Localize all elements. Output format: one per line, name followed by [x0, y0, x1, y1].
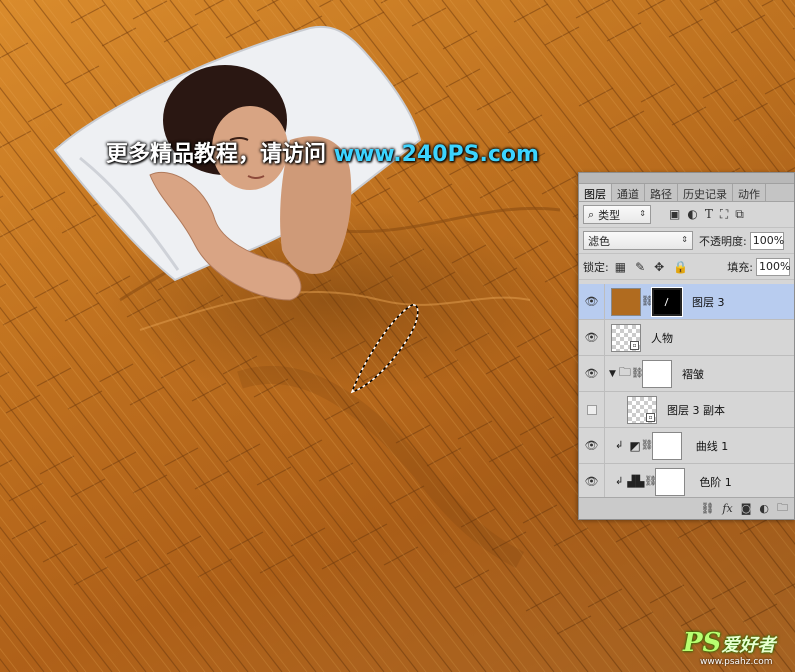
layer-thumbnail — [611, 287, 641, 316]
logo-cn: 爱好者 — [721, 635, 776, 656]
blend-mode-select[interactable]: 滤色 ⇕ — [583, 231, 693, 250]
mask-thumbnail[interactable] — [641, 359, 672, 388]
mask-stroke — [664, 297, 669, 306]
image-filter-icon[interactable]: ▣ — [669, 207, 680, 222]
mask-thumbnail[interactable] — [651, 431, 682, 460]
visibility-toggle[interactable]: 👁 — [579, 319, 605, 356]
layer-thumbnail: ▫ — [627, 395, 657, 424]
filter-kind-value: 类型 — [598, 208, 621, 222]
link-icon[interactable]: ⛓ — [641, 296, 654, 307]
layer-row[interactable]: 👁 ▼ 🗀 ⛓ 褶皱 — [579, 355, 794, 392]
search-icon: ⌕ — [588, 207, 595, 221]
layer-row[interactable]: 👁 ▫ 人物 — [579, 319, 794, 356]
layer-name[interactable]: 曲线 1 — [696, 438, 729, 454]
visibility-toggle[interactable] — [579, 391, 605, 428]
layer-name[interactable]: 色阶 1 — [699, 474, 732, 490]
filter-kind-select[interactable]: ⌕ 类型 ⇕ — [583, 205, 651, 224]
layer-name[interactable]: 褶皱 — [682, 366, 704, 382]
link-icon[interactable]: ⛓ — [700, 502, 714, 515]
folder-icon: 🗀 — [618, 365, 631, 379]
panel-tabs: 图层 通道 路径 历史记录 动作 — [579, 184, 794, 202]
chevron-updown-icon: ⇕ — [639, 209, 646, 218]
tab-paths[interactable]: 路径 — [645, 184, 678, 201]
levels-icon: ▟▙ — [627, 475, 645, 488]
mask-icon[interactable]: ◙ — [741, 502, 752, 515]
opacity-label: 不透明度: — [699, 234, 747, 248]
tab-actions[interactable]: 动作 — [733, 184, 766, 201]
link-icon[interactable]: ⛓ — [631, 368, 644, 379]
clip-arrow-icon: ↲ — [615, 476, 624, 487]
curves-icon: ◩ — [629, 438, 641, 453]
hidden-box-icon — [586, 404, 597, 415]
site-logo: PS爱好者 — [683, 628, 775, 658]
adjustment-filter-icon[interactable]: ◐ — [687, 207, 697, 222]
visibility-toggle[interactable]: 👁 — [579, 283, 605, 320]
logo-ps: PS — [683, 628, 722, 658]
eye-icon: 👁 — [584, 295, 599, 308]
fill-label: 填充: — [727, 260, 753, 274]
lock-row: 锁定: ▦ ✎ ✥ 🔒 填充: 100% — [579, 254, 794, 280]
layer-thumbnail: ▫ — [611, 323, 641, 352]
opacity-input[interactable]: 100% — [749, 231, 784, 250]
layer-row[interactable]: 👁 ⛓ 图层 3 — [579, 283, 794, 320]
watermark-text: 更多精品教程，请访问 www.240PS.com — [106, 136, 539, 168]
smart-object-icon: ▫ — [630, 340, 639, 350]
tab-layers[interactable]: 图层 — [579, 184, 612, 201]
layer-row[interactable]: ▫ 图层 3 副本 — [579, 391, 794, 428]
visibility-toggle[interactable]: 👁 — [579, 427, 605, 464]
eye-icon: 👁 — [584, 439, 599, 452]
tab-history[interactable]: 历史记录 — [678, 184, 733, 201]
watermark-prefix: 更多精品教程，请访问 — [106, 142, 327, 167]
layer-row[interactable]: 👁 ↲ ▟▙ ⛓ 色阶 1 — [579, 463, 794, 500]
eye-icon: 👁 — [584, 331, 599, 344]
mask-thumbnail[interactable] — [651, 286, 683, 317]
layer-name[interactable]: 图层 3 — [692, 294, 725, 310]
fill-input[interactable]: 100% — [756, 257, 790, 276]
disclosure-triangle-icon[interactable]: ▼ — [609, 369, 616, 379]
panel-bottom-bar: ⛓ fx ◙ ◐ 🗀 — [579, 497, 794, 519]
logo-url: www.psahz.com — [700, 657, 773, 667]
layer-name[interactable]: 图层 3 副本 — [667, 402, 725, 418]
visibility-toggle[interactable]: 👁 — [579, 355, 605, 392]
layer-row[interactable]: 👁 ↲ ◩ ⛓ 曲线 1 — [579, 427, 794, 464]
filter-row: ⌕ 类型 ⇕ ▣ ◐ T ⛶ ⧉ — [579, 202, 794, 228]
eye-icon: 👁 — [584, 475, 599, 488]
blend-row: 滤色 ⇕ 不透明度: 100% — [579, 228, 794, 254]
folder-icon[interactable]: 🗀 — [777, 499, 788, 518]
blend-mode-value: 滤色 — [588, 234, 610, 248]
smart-object-icon: ▫ — [646, 412, 655, 422]
layer-list: 👁 ⛓ 图层 3 👁 ▫ 人物 👁 ▼ 🗀 ⛓ 褶皱 ▫ 图层 3 副本 👁 ↲… — [579, 283, 794, 500]
smart-object-filter-icon[interactable]: ⧉ — [735, 207, 744, 222]
chevron-updown-icon: ⇕ — [681, 235, 688, 244]
lock-paint-icon[interactable]: ✎ — [635, 260, 645, 274]
link-icon[interactable]: ⛓ — [644, 476, 657, 487]
panel-title-bar[interactable] — [579, 173, 794, 184]
lock-position-icon[interactable]: ✥ — [654, 260, 664, 274]
layer-name[interactable]: 人物 — [651, 330, 673, 346]
visibility-toggle[interactable]: 👁 — [579, 463, 605, 500]
type-filter-icon[interactable]: T — [705, 207, 713, 222]
link-icon[interactable]: ⛓ — [641, 440, 654, 451]
fx-icon[interactable]: fx — [722, 502, 732, 515]
lock-transparent-icon[interactable]: ▦ — [615, 260, 626, 274]
layers-panel: 图层 通道 路径 历史记录 动作 ⌕ 类型 ⇕ ▣ ◐ T ⛶ ⧉ 滤色 ⇕ 不… — [578, 172, 795, 520]
lock-label: 锁定: — [583, 260, 609, 274]
watermark-url: www.240PS.com — [333, 142, 539, 167]
mask-thumbnail[interactable] — [655, 467, 686, 496]
clip-arrow-icon: ↲ — [615, 440, 624, 451]
shape-filter-icon[interactable]: ⛶ — [720, 207, 728, 222]
adjustment-icon[interactable]: ◐ — [759, 502, 769, 515]
tab-channels[interactable]: 通道 — [612, 184, 645, 201]
eye-icon: 👁 — [584, 367, 599, 380]
lock-all-icon[interactable]: 🔒 — [673, 260, 688, 274]
